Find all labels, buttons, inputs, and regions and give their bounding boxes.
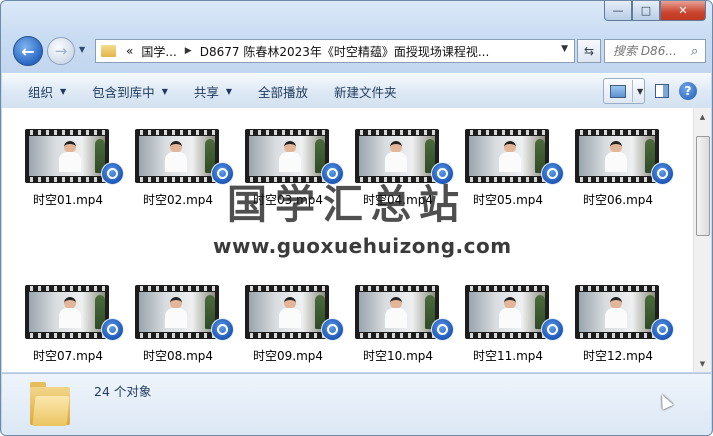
- file-name: 时空01.mp4: [32, 193, 104, 207]
- recent-pages-dropdown-icon[interactable]: ▼: [79, 45, 85, 54]
- file-name: 时空06.mp4: [582, 193, 654, 207]
- media-player-icon: [321, 318, 344, 341]
- preview-pane-button[interactable]: [651, 80, 673, 102]
- close-button[interactable]: ✕: [660, 1, 706, 21]
- media-player-icon: [651, 318, 674, 341]
- folder-icon: [101, 45, 116, 57]
- file-name: 时空12.mp4: [582, 349, 654, 363]
- forward-button[interactable]: →: [47, 37, 75, 65]
- chevron-down-icon: ▼: [60, 86, 67, 96]
- video-thumbnail: [575, 285, 659, 339]
- breadcrumb-overflow[interactable]: «: [126, 44, 133, 58]
- file-tile[interactable]: 时空07.mp4: [20, 285, 124, 365]
- change-view-button[interactable]: ▼: [603, 78, 645, 104]
- file-tile[interactable]: 时空05.mp4: [460, 129, 564, 209]
- file-name: 时空02.mp4: [142, 193, 214, 207]
- watermark-title: 国学汇总站: [227, 182, 467, 228]
- file-tile[interactable]: 时空10.mp4: [350, 285, 454, 365]
- media-player-icon: [431, 318, 454, 341]
- address-bar[interactable]: « 国学... ▶ D8677 陈春林2023年《时空精蕴》面授现场课程视...…: [95, 39, 575, 63]
- caption-buttons: — □ ✕: [604, 1, 706, 21]
- video-thumbnail: [135, 129, 219, 183]
- breadcrumb-separator-icon[interactable]: ▶: [185, 46, 192, 56]
- file-name: 时空05.mp4: [472, 193, 544, 207]
- search-box[interactable]: ⌕: [604, 39, 706, 63]
- vertical-scrollbar[interactable]: ▲ ▼: [693, 108, 711, 372]
- navigation-bar: ← → ▼ « 国学... ▶ D8677 陈春林2023年《时空精蕴》面授现场…: [9, 34, 706, 66]
- video-thumbnail: [25, 285, 109, 339]
- media-player-icon: [101, 162, 124, 185]
- file-tile[interactable]: 时空01.mp4: [20, 129, 124, 209]
- file-tile[interactable]: 时空11.mp4: [460, 285, 564, 365]
- command-bar: 组织 ▼ 包含到库中 ▼ 共享 ▼ 全部播放 新建文件夹 ▼ ?: [2, 73, 711, 109]
- search-input[interactable]: [611, 43, 691, 59]
- preview-pane-icon: [655, 84, 669, 98]
- file-tile[interactable]: 时空06.mp4: [570, 129, 674, 209]
- video-thumbnail: [25, 129, 109, 183]
- watermark-url: www.guoxuehuizong.com: [213, 234, 512, 258]
- file-name: 时空08.mp4: [142, 349, 214, 363]
- new-folder-button[interactable]: 新建文件夹: [321, 74, 410, 108]
- chevron-down-icon: ▼: [161, 86, 168, 96]
- video-thumbnail: [575, 129, 659, 183]
- help-icon[interactable]: ?: [679, 82, 697, 100]
- file-tile[interactable]: 时空02.mp4: [130, 129, 234, 209]
- video-thumbnail: [355, 285, 439, 339]
- file-name: 时空09.mp4: [252, 349, 324, 363]
- video-thumbnail: [245, 285, 329, 339]
- mouse-cursor-icon: [656, 392, 674, 410]
- organize-menu[interactable]: 组织 ▼: [2, 74, 79, 108]
- view-dropdown-icon[interactable]: ▼: [632, 80, 643, 102]
- file-tile[interactable]: 时空12.mp4: [570, 285, 674, 365]
- video-thumbnail: [465, 285, 549, 339]
- view-icon: [610, 84, 626, 98]
- search-icon[interactable]: ⌕: [691, 44, 698, 59]
- file-name: 时空10.mp4: [362, 349, 434, 363]
- play-all-button[interactable]: 全部播放: [245, 74, 321, 108]
- back-button[interactable]: ←: [13, 36, 43, 66]
- file-name: 时空07.mp4: [32, 349, 104, 363]
- minimize-button[interactable]: —: [604, 1, 632, 21]
- file-tile[interactable]: 时空08.mp4: [130, 285, 234, 365]
- media-player-icon: [541, 162, 564, 185]
- address-dropdown-icon[interactable]: ▼: [561, 44, 568, 54]
- item-count: 24 个对象: [94, 384, 152, 399]
- file-tile[interactable]: 时空09.mp4: [240, 285, 344, 365]
- video-thumbnail: [465, 129, 549, 183]
- details-pane: 24 个对象: [2, 373, 711, 435]
- media-player-icon: [211, 318, 234, 341]
- maximize-button[interactable]: □: [632, 1, 660, 21]
- toolbar-right: ▼ ?: [603, 78, 697, 104]
- refresh-button[interactable]: ⇆: [577, 39, 601, 63]
- share-menu[interactable]: 共享 ▼: [181, 74, 245, 108]
- scrollbar-thumb[interactable]: [696, 136, 710, 236]
- file-name: 时空11.mp4: [472, 349, 544, 363]
- media-player-icon: [541, 318, 564, 341]
- media-player-icon: [651, 162, 674, 185]
- video-thumbnail: [135, 285, 219, 339]
- folder-icon: [30, 382, 70, 426]
- scroll-up-icon[interactable]: ▲: [694, 108, 711, 125]
- chevron-down-icon: ▼: [225, 86, 233, 96]
- include-in-library-menu[interactable]: 包含到库中 ▼: [79, 74, 181, 108]
- scroll-down-icon[interactable]: ▼: [694, 355, 711, 372]
- explorer-window: — □ ✕ ← → ▼ « 国学... ▶ D8677 陈春林2023年《时空精…: [0, 0, 713, 436]
- breadcrumb-item-current[interactable]: D8677 陈春林2023年《时空精蕴》面授现场课程视...: [200, 43, 490, 60]
- media-player-icon: [101, 318, 124, 341]
- breadcrumb-item[interactable]: 国学...: [141, 43, 176, 60]
